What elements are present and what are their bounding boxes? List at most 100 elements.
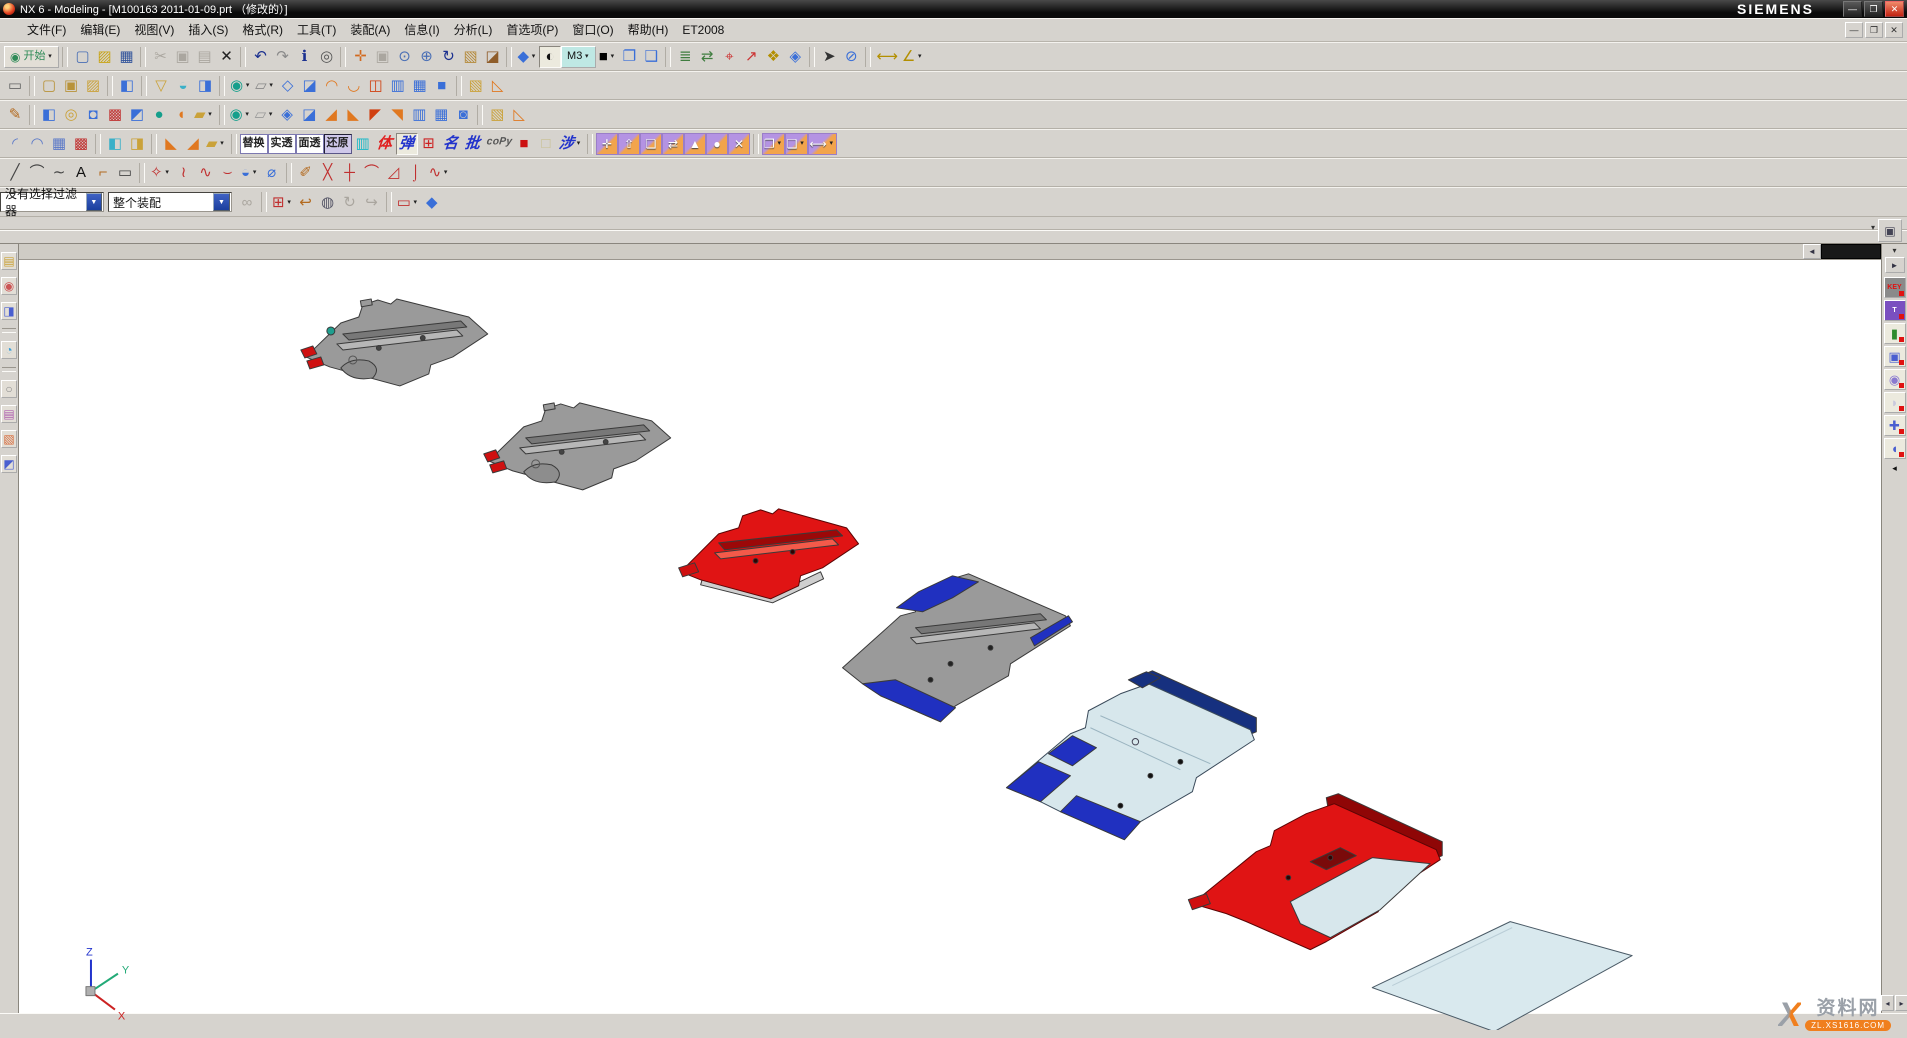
search-icon[interactable]: ◎ xyxy=(315,46,337,68)
part-navigator-tab[interactable]: ◨ xyxy=(1,302,17,320)
move-component-icon[interactable]: ✛ xyxy=(596,133,618,155)
paste-icon[interactable]: ▤ xyxy=(193,46,215,68)
dropdown-arrow-icon[interactable]: ▾ xyxy=(219,140,226,147)
dropdown-arrow-icon[interactable]: ▾ xyxy=(776,140,783,147)
shaded-select-icon[interactable]: ◆ xyxy=(421,191,443,213)
unite-cube-icon[interactable]: ◪ xyxy=(298,104,320,126)
menu-window[interactable]: 窗口(O) xyxy=(565,21,620,39)
open-file-icon[interactable]: ▨ xyxy=(93,46,115,68)
menu-file[interactable]: 文件(F) xyxy=(20,21,73,39)
background-color-icon[interactable]: ■▾ xyxy=(596,46,618,68)
menu-help[interactable]: 帮助(H) xyxy=(621,21,676,39)
curve-mesh-icon[interactable]: ▩ xyxy=(70,133,92,155)
block-icon[interactable]: ■ xyxy=(431,75,453,97)
bend-up-icon[interactable]: ◢ xyxy=(320,104,342,126)
swept-surface-icon[interactable]: ◜ xyxy=(4,133,26,155)
wireframe-cube-icon[interactable]: ▢ xyxy=(38,75,60,97)
dropdown-arrow-icon[interactable]: ▾ xyxy=(575,140,582,147)
part-station-7[interactable] xyxy=(1372,922,1632,1030)
spring-tool-icon[interactable]: 弹 xyxy=(396,133,418,155)
snapshot-icon[interactable]: ▧ xyxy=(459,46,481,68)
fold-tool-icon[interactable]: ◧ xyxy=(104,133,126,155)
chamfer-curve-icon[interactable]: ◿ xyxy=(383,162,405,184)
divide-curve-icon[interactable]: ┼ xyxy=(339,162,361,184)
progressive-die-strip-svg[interactable]: Z Y X xyxy=(19,260,1881,1030)
facet-body-icon[interactable]: ▨ xyxy=(82,75,104,97)
rib-cube-icon[interactable]: ▥ xyxy=(387,75,409,97)
part-station-5[interactable] xyxy=(1006,671,1256,840)
interference-icon[interactable]: 涉▾ xyxy=(557,133,584,155)
chain-select-icon[interactable]: ∞ xyxy=(236,191,258,213)
sweep-up-icon[interactable]: ◠ xyxy=(321,75,343,97)
grid-cube-icon[interactable]: ▦ xyxy=(409,75,431,97)
part-station-4[interactable] xyxy=(843,574,1073,722)
dropdown-arrow-icon[interactable]: ▾ xyxy=(799,140,806,147)
iso-cube-icon[interactable]: ▣ xyxy=(60,75,82,97)
info-window-icon[interactable]: ℹ xyxy=(293,46,315,68)
spline-icon[interactable]: ∼ xyxy=(48,162,70,184)
bend-down-icon[interactable]: ◣ xyxy=(342,104,364,126)
datum-axis-icon[interactable]: ↗ xyxy=(740,46,762,68)
zoom-icon[interactable]: ⊙ xyxy=(393,46,415,68)
menu-information[interactable]: 信息(I) xyxy=(397,21,446,39)
part-station-2[interactable] xyxy=(484,403,671,490)
dropdown-arrow-icon[interactable]: ▾ xyxy=(530,53,537,60)
cross-part-icon[interactable]: ✚ xyxy=(1884,415,1906,436)
hole-feature-icon[interactable]: ◘ xyxy=(82,104,104,126)
dropdown-arrow-icon[interactable]: ▾ xyxy=(609,53,616,60)
start-menu-button[interactable]: ◉开始▾ xyxy=(4,46,59,68)
zoom-box-icon[interactable]: ▣ xyxy=(371,46,393,68)
perspective-icon[interactable]: ◪ xyxy=(481,46,503,68)
unfold-tool-icon[interactable]: ◨ xyxy=(126,133,148,155)
mesh-feature-icon[interactable]: ▩ xyxy=(104,104,126,126)
green-block-part-icon[interactable]: ▮ xyxy=(1884,323,1906,344)
chevron-down-icon[interactable]: ▼ xyxy=(86,193,102,211)
menu-et2008[interactable]: ET2008 xyxy=(675,21,731,39)
ghost-cube-icon[interactable]: □ xyxy=(535,133,557,155)
tube-icon[interactable]: ⌀ xyxy=(261,162,283,184)
name-tool-icon[interactable]: 名 xyxy=(440,133,462,155)
snap-point-icon[interactable]: ⊞▾ xyxy=(270,191,295,213)
menu-preferences[interactable]: 首选项(P) xyxy=(499,21,565,39)
sweep-down-icon[interactable]: ◡ xyxy=(343,75,365,97)
fit-window-button[interactable]: ▣ xyxy=(1878,219,1902,242)
hd3d-tab[interactable]: ▧ xyxy=(1,430,17,448)
dropdown-arrow-icon[interactable]: ▾ xyxy=(828,140,835,147)
new-window-icon[interactable]: ❐ xyxy=(618,46,640,68)
bridge-curve-icon[interactable]: ⌣ xyxy=(217,162,239,184)
scrollbar-thumb[interactable] xyxy=(1821,244,1881,259)
system-materials-tab[interactable]: ▤ xyxy=(1,405,17,423)
copy-tool-icon[interactable]: ᶜᵒᴾʸ xyxy=(484,133,513,155)
profile-icon[interactable]: ⌐ xyxy=(92,162,114,184)
drag-select-icon[interactable]: ↪ xyxy=(361,191,383,213)
selection-scope-dropdown[interactable]: 整个装配 ▼ xyxy=(108,192,232,212)
lift-component-icon[interactable]: ⇧ xyxy=(618,133,640,155)
close-button[interactable]: ✕ xyxy=(1885,1,1904,17)
rotate-select-icon[interactable]: ↻ xyxy=(339,191,361,213)
cylinder-check-icon[interactable]: ● xyxy=(706,133,728,155)
menu-assemblies[interactable]: 装配(A) xyxy=(343,21,397,39)
sheet-metal-icon[interactable]: ▰▾ xyxy=(204,133,228,155)
palette-scroll-down-icon[interactable]: ◂ xyxy=(1892,463,1897,473)
scroll-left-button[interactable]: ◄ xyxy=(1803,244,1821,259)
rendering-style-icon[interactable]: ◐ xyxy=(539,46,561,68)
delete-icon[interactable]: ✕ xyxy=(215,46,237,68)
patch-body-icon[interactable]: ▧ xyxy=(465,75,487,97)
display-mode-icon[interactable]: ▭ xyxy=(4,75,26,97)
face-display-icon[interactable]: ▥ xyxy=(352,133,374,155)
cascade-window-icon[interactable]: ❑ xyxy=(640,46,662,68)
datum-plane-icon[interactable]: ▱▾ xyxy=(253,104,277,126)
replace-button[interactable]: 替换 xyxy=(240,134,268,154)
scroll-right-button[interactable]: ► xyxy=(1885,257,1905,273)
key-part-icon[interactable]: KEY xyxy=(1884,277,1906,298)
sphere-select-icon[interactable]: ◍ xyxy=(317,191,339,213)
chevron-down-icon[interactable]: ▼ xyxy=(213,193,230,211)
elbow-part-icon[interactable]: ◖ xyxy=(1884,438,1906,459)
toolbar-options-arrow-icon[interactable]: ▾ xyxy=(1871,223,1875,232)
menu-tools[interactable]: 工具(T) xyxy=(290,21,343,39)
trim-face-icon[interactable]: ◺ xyxy=(508,104,530,126)
zoom-in-icon[interactable]: ⊕ xyxy=(415,46,437,68)
menu-insert[interactable]: 插入(S) xyxy=(181,21,235,39)
fit-view-icon[interactable]: ✛ xyxy=(349,46,371,68)
save-icon[interactable]: ▦ xyxy=(115,46,137,68)
